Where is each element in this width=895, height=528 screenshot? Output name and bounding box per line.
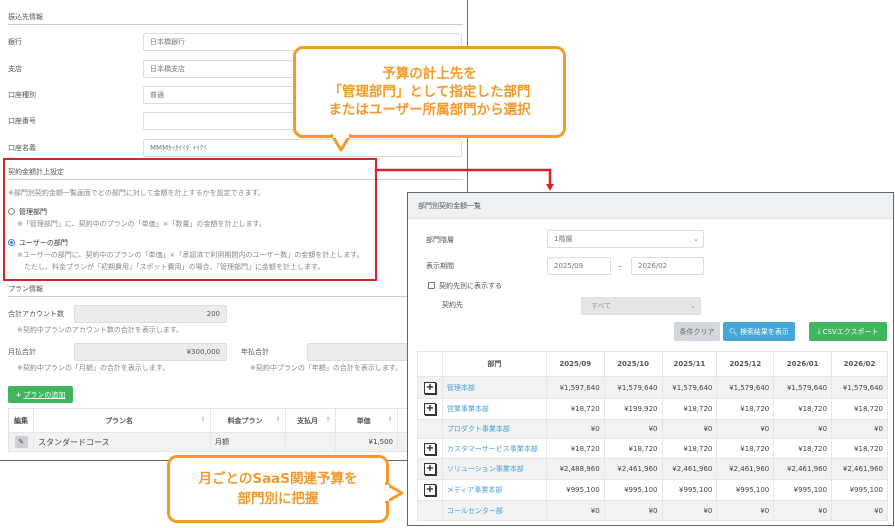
amount-cell: ¥0 [773,419,833,439]
amount-cell: ¥0 [716,500,775,521]
callout-bottom: 月ごとのSaaS関連予算を 部門別に把握 [167,455,389,523]
amount-cell: ¥0 [603,500,663,521]
contractor-label: 契約先 [442,301,463,309]
amount-cell: ¥0 [545,500,605,521]
chevron-down-icon: ⌄ [693,235,699,243]
amount-cell: ¥995,100 [773,479,833,501]
dept-link[interactable]: プロダクト事業本部 [441,419,547,439]
csv-export-button[interactable]: ⤓ CSVエクスポート [809,322,887,341]
amount-cell: ¥18,720 [831,438,888,459]
table-row: コールセンター部 ¥0 ¥0 ¥0 ¥0 ¥0 ¥0 [417,500,888,521]
col-header: 2025/09 [545,351,605,377]
search-button[interactable]: 🔍︎ 検索結果を表示 [723,322,795,341]
dept-contract-amount-panel: 部門別契約金額一覧 部門階層 1階層 ⌄ 表示期間 2025/09 – 2026/… [407,192,894,526]
amount-cell: ¥199,920 [603,398,663,420]
amount-cell: ¥2,461,960 [661,458,718,480]
dept-link[interactable]: ソリューション事業本部 [441,458,547,480]
table-row: + メディア事業本部 ¥995,100 ¥995,100 ¥995,100 ¥995,1… [417,479,888,501]
col-header: 2025/10 [603,351,663,377]
table-row: + カスタマーサービス事業本部 ¥18,720 ¥18,720 ¥18,720 ¥18,… [417,438,888,459]
expand-plus-icon[interactable]: + [423,463,436,475]
callout-bottom-tail [385,482,404,504]
amount-cell: ¥0 [831,500,888,521]
chevron-down-icon: ⌄ [690,302,696,310]
amount-cell: ¥1,579,640 [773,376,833,399]
col-header: 部門 [441,351,547,377]
amount-cell: ¥995,100 [545,479,605,501]
dept-link[interactable]: コールセンター部 [441,500,547,521]
hierarchy-label: 部門階層 [426,236,454,244]
amount-cell: ¥1,579,640 [661,376,718,399]
callout-top-tail [330,134,352,152]
col-header: 2026/01 [773,351,833,377]
period-label: 表示期間 [426,262,454,270]
amount-cell: ¥0 [831,419,888,439]
by-contractor-checkbox[interactable] [428,282,435,289]
table-row: + 営業事業本部 ¥18,720 ¥199,920 ¥18,720 ¥18,720 ¥18… [417,398,888,420]
period-to-input[interactable]: 2026/02 [631,257,704,275]
col-header: 2025/11 [661,351,718,377]
clear-button[interactable]: 条件クリア [674,322,720,341]
period-from-input[interactable]: 2025/09 [547,257,611,275]
amount-cell: ¥18,720 [773,438,833,459]
amount-cell: ¥1,579,640 [603,376,663,399]
panel-title: 部門別契約金額一覧 [418,202,481,210]
amount-cell: ¥1,597,640 [545,376,605,399]
dept-amount-table: 部門 2025/09 2025/10 2025/11 2025/12 2026/01 202… [417,351,888,521]
amount-cell: ¥995,100 [716,479,775,501]
expand-plus-icon[interactable]: + [423,381,436,394]
period-separator: – [618,262,622,270]
dept-link[interactable]: 営業事業本部 [441,398,547,420]
search-icon: 🔍︎ [729,327,738,336]
amount-cell: ¥18,720 [661,398,718,420]
amount-cell: ¥2,461,960 [773,458,833,480]
expand-plus-icon[interactable]: + [423,442,436,455]
table-row: + 管理本部 ¥1,597,640 ¥1,579,640 ¥1,579,640 ¥1,5… [417,376,888,399]
amount-cell: ¥2,488,960 [545,458,605,480]
col-header: 2026/02 [831,351,888,377]
dept-link[interactable]: カスタマーサービス事業本部 [441,438,547,459]
amount-cell: ¥18,720 [661,438,718,459]
callout-top: 予算の計上先を 「管理部門」として指定した部門 またはユーザー所属部門から選択 [293,46,566,138]
amount-cell: ¥18,720 [545,398,605,420]
amount-cell: ¥1,579,640 [831,376,888,399]
amount-cell: ¥18,720 [831,398,888,420]
amount-cell: ¥0 [545,419,605,439]
amount-cell: ¥18,720 [716,438,775,459]
download-icon: ⤓ [817,327,821,335]
col-header: 2025/12 [716,351,775,377]
amount-cell: ¥0 [716,419,775,439]
amount-cell: ¥2,461,960 [603,458,663,480]
amount-cell: ¥2,461,960 [831,458,888,480]
amount-cell: ¥1,579,640 [716,376,775,399]
expand-plus-icon[interactable]: + [423,403,436,415]
amount-cell: ¥18,720 [603,438,663,459]
amount-cell: ¥0 [603,419,663,439]
amount-cell: ¥18,720 [716,398,775,420]
amount-cell: ¥0 [773,500,833,521]
amount-cell: ¥18,720 [773,398,833,420]
hierarchy-select[interactable]: 1階層 ⌄ [547,230,704,248]
amount-cell: ¥18,720 [545,438,605,459]
dept-link[interactable]: メディア事業本部 [441,479,547,501]
amount-cell: ¥995,100 [603,479,663,501]
amount-cell: ¥0 [661,419,718,439]
amount-cell: ¥0 [661,500,718,521]
contractor-select[interactable]: すべて ⌄ [581,297,701,315]
dept-link[interactable]: 管理本部 [441,376,547,399]
table-row: + ソリューション事業本部 ¥2,488,960 ¥2,461,960 ¥2,461,… [417,458,888,480]
amount-cell: ¥2,461,960 [716,458,775,480]
expand-plus-icon[interactable]: + [423,484,436,496]
amount-cell: ¥995,100 [661,479,718,501]
table-row: プロダクト事業本部 ¥0 ¥0 ¥0 ¥0 ¥0 ¥0 [417,419,888,439]
by-contractor-label: 契約先別に表示する [439,282,502,290]
amount-cell: ¥995,100 [831,479,888,501]
